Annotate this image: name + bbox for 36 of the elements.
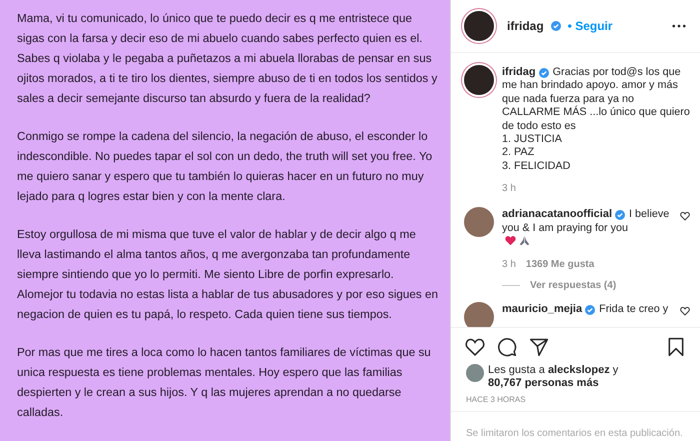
like-icon[interactable] — [680, 306, 690, 316]
comment-text: Frida te creo y — [599, 303, 668, 317]
like-icon[interactable] — [680, 211, 690, 222]
post-paragraph: Conmigo se rompe la cadena del silencio, la negación de abuso, el esconder lo indescondible. No puedes tapar el sol con un dedo, the truth will set you free. Yo me quiero sanar y espero que tu también lo quieras hacer en un futuro no muy lejado para q logres estar bien y con la mente clara. — [17, 129, 434, 205]
avatar[interactable] — [464, 65, 494, 95]
bookmark-icon[interactable] — [666, 337, 686, 357]
avatar — [466, 364, 484, 382]
comment-text: I believe — [629, 208, 670, 222]
username[interactable]: mauricio_mejia — [502, 303, 582, 317]
caption-text: 3. FELICIDAD — [502, 160, 572, 174]
post-paragraph: Por mas que me tires a loca como lo hacen tantos familiares de víctimas que su unica respuesta es tiene problemas mentales. Hoy espero que las familias despierten y le crean a sus hijos. Y q las mujeres aprendan a no quedarse calladas. — [17, 345, 432, 421]
post-time: 3 h — [502, 183, 516, 194]
post-paragraph: Mama, vi tu comunicado, lo único que te puedo decir es q me entristece que sigas con la farsa y decir eso de mi abuelo cuando sabes perfecto quien es el. Sabes q violaba y le pegaba a puñetazos a mi abuela llorabas de pensar en sus ojitos morados, a ti te tiro los dientes, siempre abuso de ti en todos los sentidos y sales a decir semejante discurso tan absurdo y fuera de la realidad? — [17, 11, 438, 107]
caption-text: CALLARME MÁS ...lo único que quiero — [502, 106, 690, 120]
post-timestamp: HACE 3 HORAS — [465, 394, 527, 406]
share-icon[interactable] — [529, 337, 549, 357]
heart-icon — [505, 235, 516, 246]
comment-icon[interactable] — [497, 337, 517, 357]
likes-text[interactable]: Les gusta a aleckslopez y 80,767 personas más — [488, 364, 638, 391]
comments-notice: Se limitaron los comentarios en esta publicación. — [466, 428, 683, 439]
caption-text: Gracias por tod@s los que — [552, 66, 681, 80]
username[interactable]: adrianacatanoofficial — [502, 208, 612, 222]
like-icon[interactable] — [465, 337, 485, 357]
more-icon[interactable] — [672, 24, 686, 28]
post-paragraph: Estoy orgullosa de mi misma que tuve el valor de hablar y de decir algo q me lleva lastimando el alma tantos años, q me avergonzaba tan profundamente siempre sintiendo que yo lo permiti. Me siento Libre de porfin expresarlo. Alomejor tu todavia no estas lista a hablar de tus abusadores y por eso sigues en negacion de quien es tu papá, lo respeto. Cada quien tiene sus tiempos. — [17, 227, 438, 323]
caption-text: me han brindado apoyo. amor y más — [502, 79, 679, 93]
caption-text: 2. PAZ — [502, 146, 534, 160]
caption-text: de todo esto es — [502, 120, 577, 134]
caption-text: que nada fuerza para ya no — [502, 92, 636, 106]
caption-text: 1. JUSTICIA — [502, 133, 563, 146]
username[interactable]: ifridag — [507, 19, 544, 33]
comment-time: 3 h — [502, 259, 516, 270]
avatar[interactable] — [464, 11, 494, 41]
praying-hands-icon — [519, 235, 530, 246]
username[interactable]: ifridag — [502, 66, 536, 80]
comment-text: you & I am praying for you — [502, 222, 630, 236]
